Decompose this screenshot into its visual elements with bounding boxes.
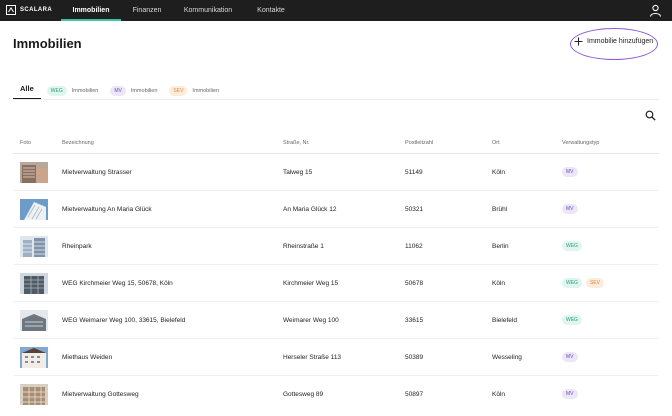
property-photo <box>20 384 48 405</box>
property-name: Mietverwaltung Gottesweg <box>62 391 139 398</box>
weg-badge: WEG <box>562 315 582 325</box>
filter-tabs: Alle WEG Immobilien MV Immobilien SEV Im… <box>13 83 231 99</box>
sev-badge: SEV <box>585 278 604 288</box>
page-title: Immobilien <box>13 36 82 51</box>
mv-badge: MV <box>562 352 578 362</box>
property-city: Berlin <box>492 243 509 250</box>
table-row[interactable]: Rheinpark Rheinstraße 1 11062 Berlin WEG <box>0 228 672 265</box>
weg-badge: WEG <box>562 278 582 288</box>
table-row[interactable]: Mietverwaltung Strasser Talweg 15 51149 … <box>0 154 672 191</box>
user-icon[interactable] <box>649 4 662 17</box>
brand-logo[interactable]: SCALARA <box>6 5 52 15</box>
property-street: Kirchmeier Weg 15 <box>283 280 339 287</box>
tab-mv[interactable]: MV Immobilien <box>110 86 157 96</box>
active-nav-indicator <box>61 19 121 21</box>
property-name: WEG Weimarer Weg 100, 33615, Bielefeld <box>62 317 186 324</box>
property-name: Mietverwaltung Strasser <box>62 169 132 176</box>
column-header-postleitzahl[interactable]: Postleitzahl <box>405 140 433 146</box>
table-row[interactable]: Mietverwaltung An Maria Glück An Maria G… <box>0 191 672 228</box>
property-city: Köln <box>492 169 506 176</box>
mv-badge: MV <box>110 86 126 96</box>
property-name: WEG Kirchmeier Weg 15, 50678, Köln <box>62 280 173 287</box>
mv-badge: MV <box>562 167 578 177</box>
add-property-label: Immobilie hinzufügen <box>587 38 654 45</box>
column-header-verwaltungstyp[interactable]: Verwaltungstyp <box>562 140 599 146</box>
management-types: WEG <box>562 241 582 251</box>
table-header: Foto Bezeichnung Straße, Nr. Postleitzah… <box>0 136 672 152</box>
property-street: An Maria Glück 12 <box>283 206 337 213</box>
property-photo <box>20 162 48 183</box>
tab-sev[interactable]: SEV Immobilien <box>169 86 219 96</box>
nav-item-kommunikation[interactable]: Kommunikation <box>176 0 240 21</box>
tab-sev-label: Immobilien <box>192 88 220 94</box>
nav-item-finanzen[interactable]: Finanzen <box>126 0 168 21</box>
property-name: Miethaus Weiden <box>62 354 113 361</box>
property-zip: 50321 <box>405 206 424 213</box>
table-row[interactable]: Miethaus Weiden Herseler Straße 113 5038… <box>0 339 672 376</box>
property-street: Talweg 15 <box>283 169 313 176</box>
property-photo <box>20 199 48 220</box>
tabs-divider <box>13 99 659 100</box>
property-zip: 50389 <box>405 354 424 361</box>
table-row[interactable]: WEG Kirchmeier Weg 15, 50678, Köln Kirch… <box>0 265 672 302</box>
scalara-logo-icon <box>6 5 16 15</box>
add-property-button[interactable]: Immobilie hinzufügen <box>574 37 653 46</box>
plus-icon <box>574 37 583 46</box>
property-name: Mietverwaltung An Maria Glück <box>62 206 152 213</box>
property-zip: 50678 <box>405 280 424 287</box>
property-street: Weimarer Weg 100 <box>283 317 339 324</box>
column-header-ort[interactable]: Ort <box>492 140 500 146</box>
mv-badge: MV <box>562 204 578 214</box>
table-row[interactable]: Mietverwaltung Gottesweg Gottesweg 89 50… <box>0 376 672 413</box>
property-city: Köln <box>492 280 506 287</box>
property-city: Bielefeld <box>492 317 517 324</box>
tab-all[interactable]: Alle <box>13 84 41 99</box>
property-photo <box>20 347 48 368</box>
management-types: MV <box>562 204 578 214</box>
management-types: WEG SEV <box>562 278 604 288</box>
tab-mv-label: Immobilien <box>130 88 158 94</box>
column-header-foto[interactable]: Foto <box>20 140 31 146</box>
top-navigation: SCALARA Immobilien Finanzen Kommunikatio… <box>0 0 672 21</box>
brand-name: SCALARA <box>20 7 53 13</box>
nav-item-kontakte[interactable]: Kontakte <box>250 0 292 21</box>
property-city: Wesseling <box>492 354 522 361</box>
search-icon[interactable] <box>645 110 656 121</box>
property-photo <box>20 236 48 257</box>
column-header-bezeichnung[interactable]: Bezeichnung <box>62 140 94 146</box>
mv-badge: MV <box>562 389 578 399</box>
weg-badge: WEG <box>46 86 67 96</box>
property-city: Köln <box>492 391 506 398</box>
tab-weg[interactable]: WEG Immobilien <box>46 86 99 96</box>
column-header-strasse[interactable]: Straße, Nr. <box>283 140 310 146</box>
property-street: Rheinstraße 1 <box>283 243 324 250</box>
property-zip: 51149 <box>405 169 423 176</box>
table-row[interactable]: WEG Weimarer Weg 100, 33615, Bielefeld W… <box>0 302 672 339</box>
property-zip: 11062 <box>405 243 423 250</box>
management-types: WEG <box>562 315 582 325</box>
property-name: Rheinpark <box>62 243 92 250</box>
nav-item-immobilien[interactable]: Immobilien <box>61 0 121 21</box>
management-types: MV <box>562 352 578 362</box>
management-types: MV <box>562 167 578 177</box>
weg-badge: WEG <box>562 241 582 251</box>
sev-badge: SEV <box>169 86 188 96</box>
property-street: Gottesweg 89 <box>283 391 324 398</box>
management-types: MV <box>562 389 578 399</box>
property-street: Herseler Straße 113 <box>283 354 342 361</box>
tab-weg-label: Immobilien <box>71 88 99 94</box>
property-zip: 50897 <box>405 391 424 398</box>
property-zip: 33615 <box>405 317 424 324</box>
property-city: Brühl <box>492 206 508 213</box>
property-photo <box>20 310 48 331</box>
property-photo <box>20 273 48 294</box>
